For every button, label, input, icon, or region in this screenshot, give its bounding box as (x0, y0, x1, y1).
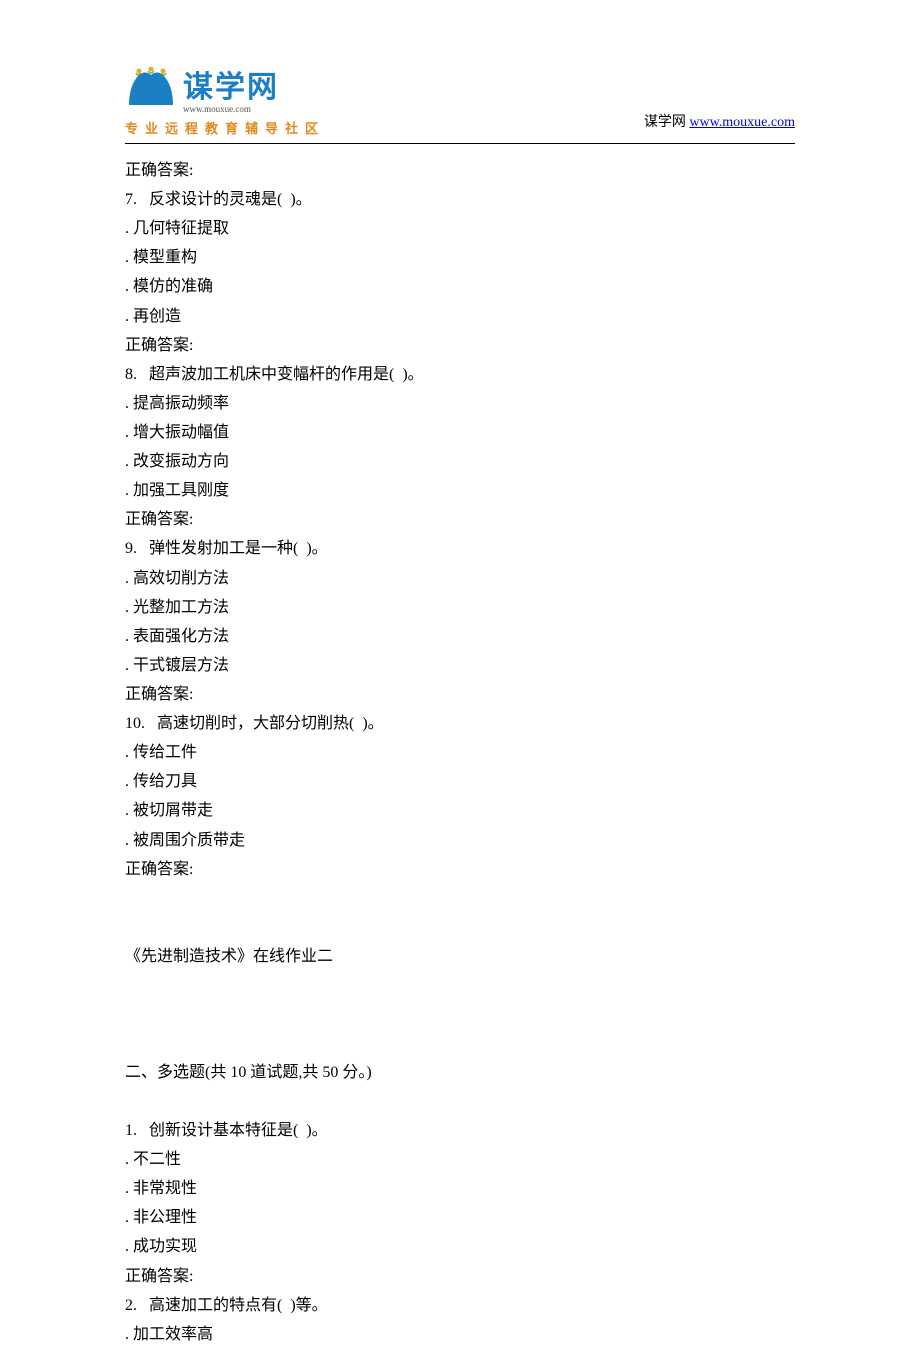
section-title: 《先进制造技术》在线作业二 (125, 942, 795, 971)
text-line: . 成功实现 (125, 1232, 795, 1261)
text-line: . 加强工具刚度 (125, 476, 795, 505)
logo-icon (125, 67, 177, 109)
text-line: 1. 创新设计基本特征是( )。 (125, 1116, 795, 1145)
text-line: 正确答案: (125, 1262, 795, 1291)
text-line: 8. 超声波加工机床中变幅杆的作用是( )。 (125, 360, 795, 389)
text-line: . 增大振动幅值 (125, 418, 795, 447)
logo-subtitle: 专业远程教育辅导社区 (125, 118, 325, 137)
header-right: 谋学网 www.mouxue.com (644, 111, 795, 137)
text-line: . 光整加工方法 (125, 593, 795, 622)
header-link[interactable]: www.mouxue.com (689, 115, 795, 130)
text-line: . 提高振动频率 (125, 389, 795, 418)
text-line: 9. 弹性发射加工是一种( )。 (125, 534, 795, 563)
text-line: . 传给工件 (125, 738, 795, 767)
text-line: 2. 高速加工的特点有( )等。 (125, 1291, 795, 1320)
text-line: 正确答案: (125, 855, 795, 884)
text-line: . 几何特征提取 (125, 214, 795, 243)
text-line: 正确答案: (125, 156, 795, 185)
text-line: . 高效切削方法 (125, 564, 795, 593)
section-heading: 二、多选题(共 10 道试题,共 50 分。) (125, 1058, 795, 1087)
text-line: . 表面强化方法 (125, 622, 795, 651)
page-header: 谋学网 www.mouxue.com 专业远程教育辅导社区 谋学网 www.mo… (125, 62, 795, 137)
text-line: 10. 高速切削时，大部分切削热( )。 (125, 709, 795, 738)
text-line: 正确答案: (125, 505, 795, 534)
header-right-text: 谋学网 (644, 115, 690, 130)
text-line: . 模仿的准确 (125, 272, 795, 301)
text-line: . 非公理性 (125, 1203, 795, 1232)
text-line: . 不二性 (125, 1145, 795, 1174)
logo-brand-text: 谋学网 (183, 62, 279, 106)
text-line: . 被周围介质带走 (125, 826, 795, 855)
header-divider (125, 143, 795, 144)
text-line: . 再创造 (125, 302, 795, 331)
text-line: . 模型重构 (125, 243, 795, 272)
text-line: . 干式镀层方法 (125, 651, 795, 680)
logo-url-text: www.mouxue.com (183, 104, 279, 114)
text-line: 正确答案: (125, 680, 795, 709)
text-line: 正确答案: (125, 331, 795, 360)
text-line: . 非常规性 (125, 1174, 795, 1203)
text-line: . 加工效率高 (125, 1320, 795, 1349)
text-line: 7. 反求设计的灵魂是( )。 (125, 185, 795, 214)
document-content: 正确答案: 7. 反求设计的灵魂是( )。 . 几何特征提取 . 模型重构 . … (125, 156, 795, 1349)
text-line: . 被切屑带走 (125, 796, 795, 825)
logo-block: 谋学网 www.mouxue.com 专业远程教育辅导社区 (125, 62, 325, 137)
text-line: . 传给刀具 (125, 767, 795, 796)
text-line: . 改变振动方向 (125, 447, 795, 476)
